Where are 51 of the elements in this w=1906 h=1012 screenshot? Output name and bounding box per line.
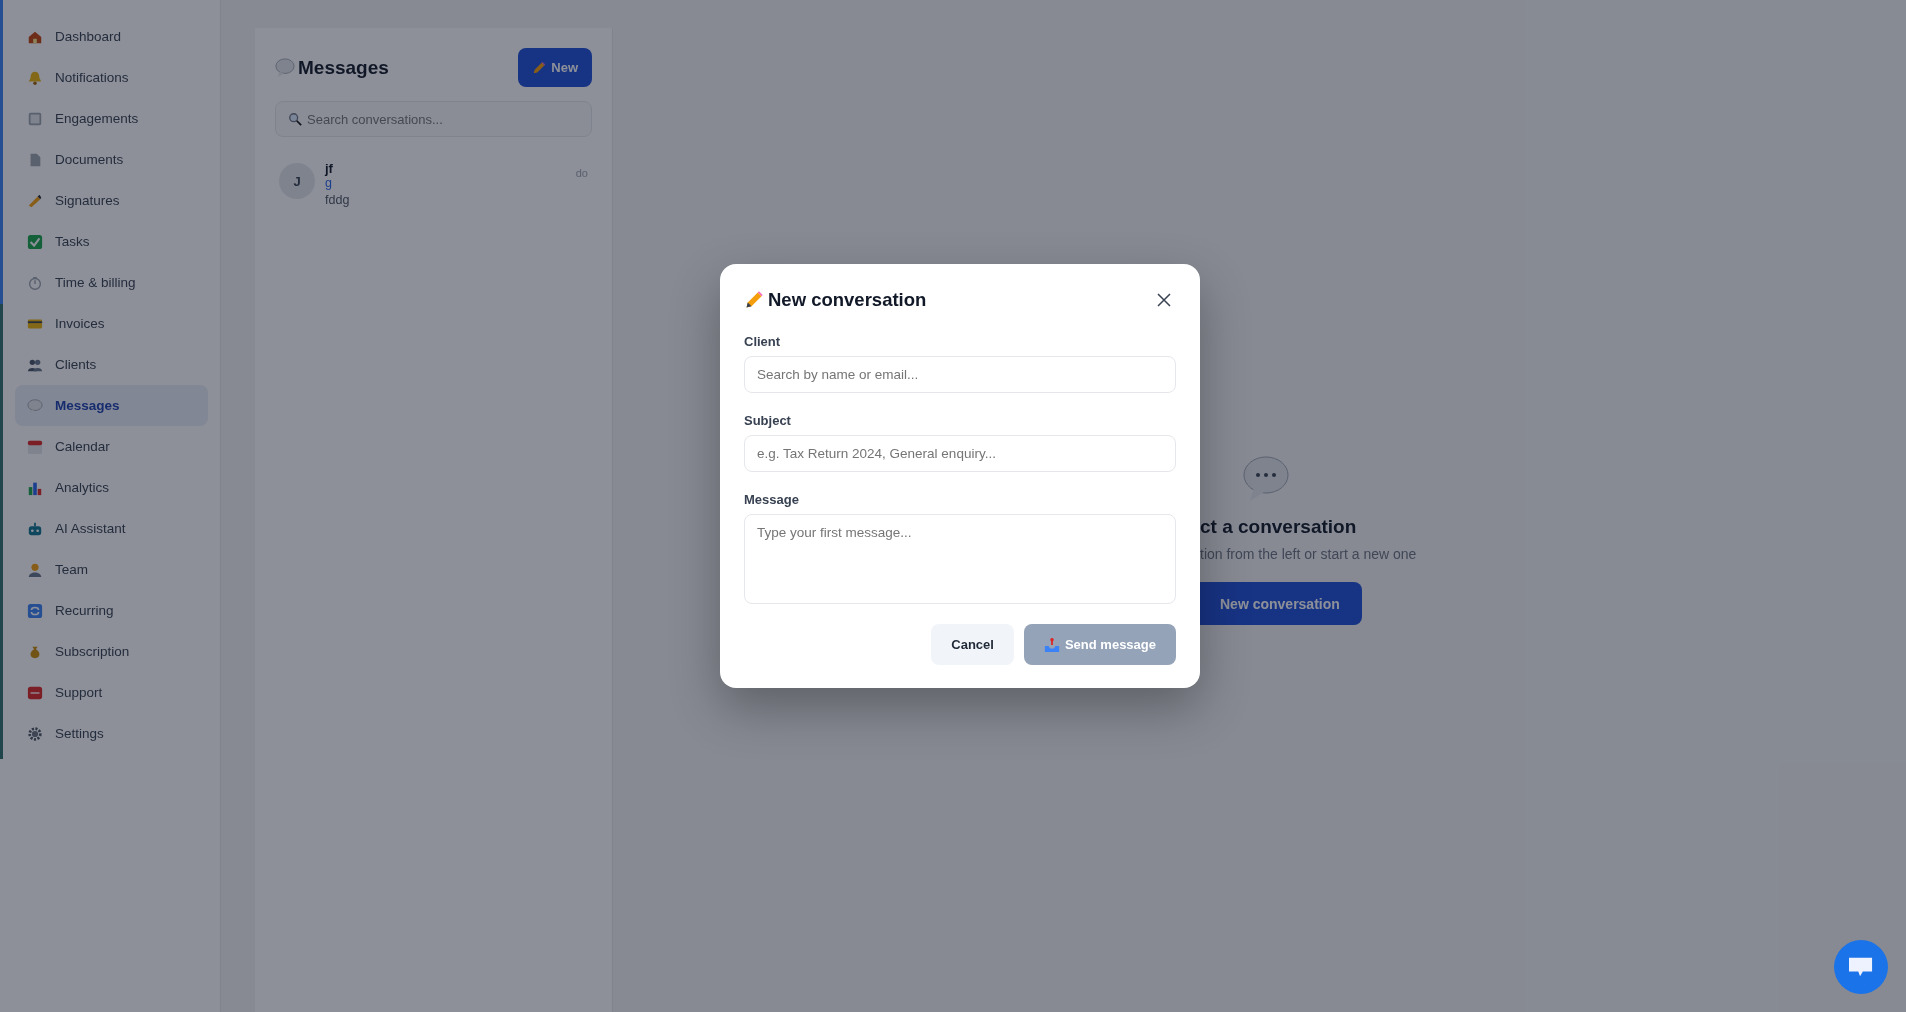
sidebar-item[interactable]: Tasks	[15, 221, 208, 262]
dialog-title: New conversation	[768, 289, 927, 311]
empty-state-title: ct a conversation	[1200, 516, 1357, 538]
sidebar-item[interactable]: Documents	[15, 139, 208, 180]
sidebar-item[interactable]: Dashboard	[15, 16, 208, 57]
sidebar-item[interactable]: Clients	[15, 344, 208, 385]
input-field[interactable]: Search by name or email...	[744, 356, 1176, 393]
conversation-subject: g	[325, 176, 333, 191]
cancel-button[interactable]: Cancel	[931, 624, 1014, 665]
stopwatch-icon	[27, 274, 43, 291]
calendar-icon	[27, 438, 43, 455]
speech-bubble-icon	[275, 57, 295, 78]
sidebar-item[interactable]: Recurring	[15, 590, 208, 631]
field-label: Client	[744, 334, 782, 349]
person-icon	[27, 561, 43, 578]
sidebar-item[interactable]: Messages	[15, 385, 208, 426]
chat-widget-button[interactable]	[1834, 940, 1888, 994]
pencil-icon	[744, 290, 764, 310]
pencil-icon	[532, 60, 547, 75]
sidebar-item[interactable]: Subscription	[15, 631, 208, 672]
empty-state-text: tion from the left or start a new one	[1200, 546, 1417, 562]
sidebar-item[interactable]: Calendar	[15, 426, 208, 467]
sidebar-item[interactable]: Notifications	[15, 57, 208, 98]
sidebar-item[interactable]: Engagements	[15, 98, 208, 139]
writing-hand-icon	[27, 192, 43, 209]
bell-icon	[27, 69, 43, 86]
speech-bubble-icon	[27, 397, 43, 414]
gear-icon	[27, 725, 43, 742]
close-icon	[1156, 292, 1172, 308]
sidebar-item[interactable]: AI Assistant	[15, 508, 208, 549]
search-field[interactable]: Search conversations...	[275, 101, 592, 137]
input-field[interactable]: e.g. Tax Return 2024, General enquiry...	[744, 435, 1176, 472]
sidebar-item[interactable]: Settings	[15, 713, 208, 754]
inbox-tray-icon	[1043, 636, 1060, 653]
checkbox-icon	[27, 233, 43, 250]
new-button[interactable]: New	[518, 48, 592, 87]
sidebar-item[interactable]: Analytics	[15, 467, 208, 508]
field-label: Subject	[744, 413, 792, 428]
sidebar-item[interactable]: Signatures	[15, 180, 208, 221]
robot-icon	[27, 520, 43, 537]
sidebar-item[interactable]: Time & billing	[15, 262, 208, 303]
avatar: J	[279, 163, 315, 199]
conversation-preview: fddg	[325, 193, 351, 208]
sidebar-item[interactable]: Support	[15, 672, 208, 713]
sidebar-item[interactable]: Team	[15, 549, 208, 590]
field-label: Message	[744, 492, 800, 507]
message-field[interactable]: Type your first message...	[744, 514, 1176, 604]
conversation-name: jf	[325, 161, 334, 176]
repeat-icon	[27, 602, 43, 619]
panel-title: Messages	[298, 56, 389, 79]
sidebar-item[interactable]: Invoices	[15, 303, 208, 344]
